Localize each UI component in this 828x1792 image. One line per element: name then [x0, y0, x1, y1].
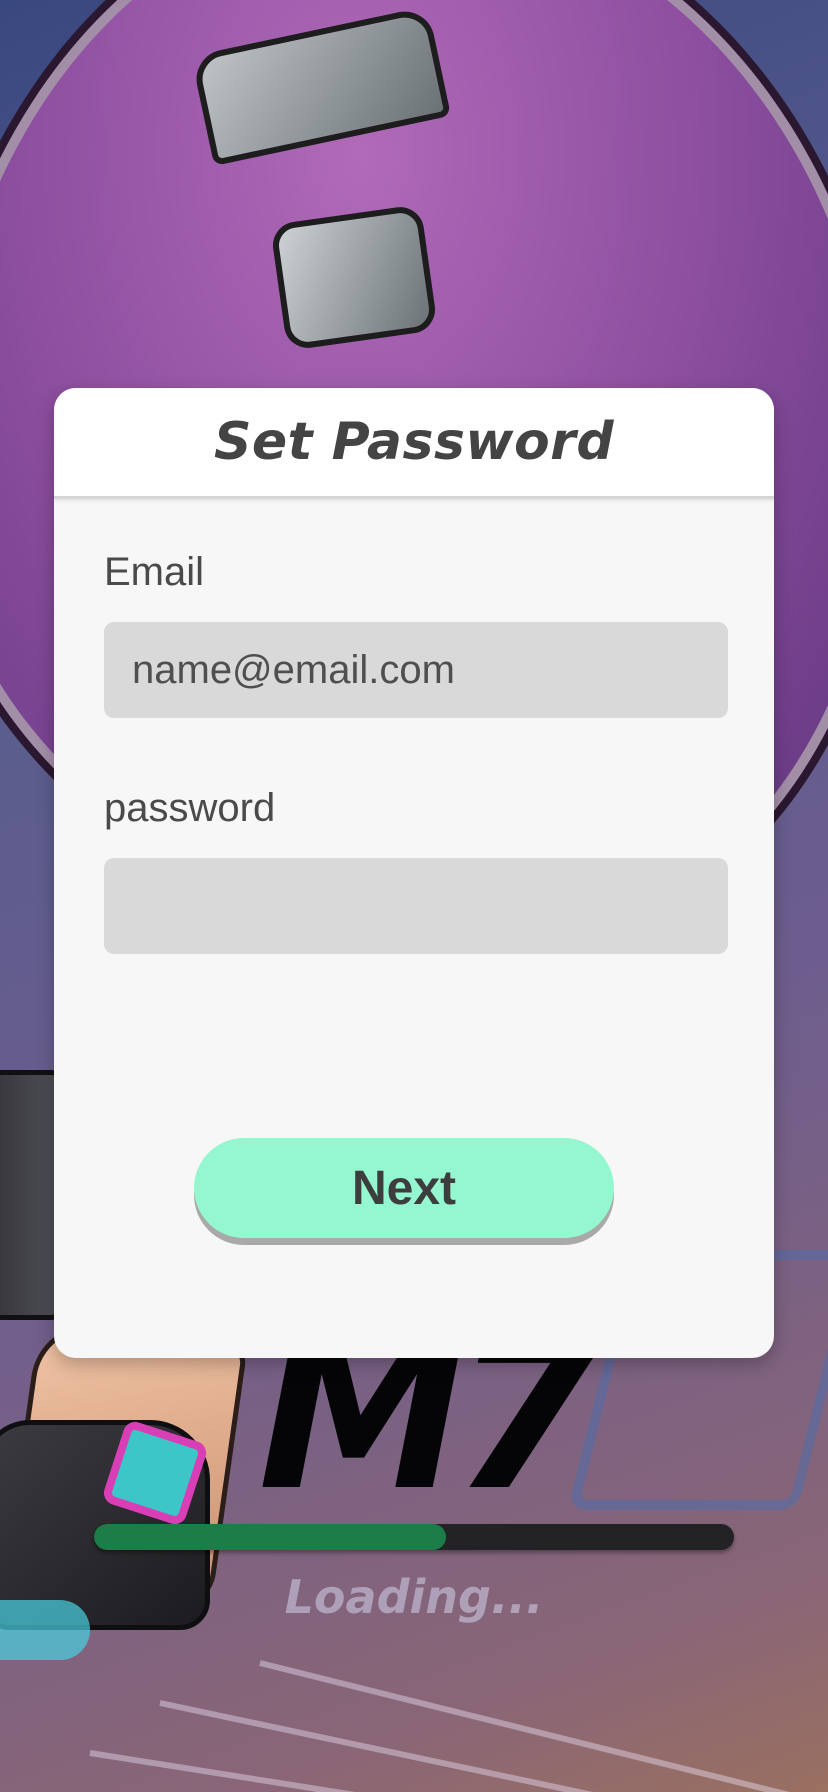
password-field[interactable] — [104, 858, 728, 954]
loading-text: Loading... — [284, 1570, 544, 1624]
game-logo: M7 — [258, 1292, 599, 1537]
set-password-form: Email password — [104, 548, 728, 954]
speed-streak — [259, 1660, 828, 1792]
speed-streak — [89, 1750, 605, 1792]
set-password-dialog: Set Password Email password Next — [54, 388, 774, 1358]
dialog-header: Set Password — [54, 388, 774, 499]
loading-progress-bar — [94, 1524, 734, 1550]
dialog-title: Set Password — [213, 412, 615, 472]
email-field[interactable] — [104, 622, 728, 718]
game-screen: M7 Loading... Set Password Email passwor… — [0, 0, 828, 1792]
email-label: Email — [104, 550, 205, 594]
next-button[interactable]: Next — [194, 1138, 614, 1238]
password-label: password — [104, 786, 276, 830]
loading-progress-fill — [94, 1524, 446, 1550]
hair-clip-art — [269, 204, 439, 351]
